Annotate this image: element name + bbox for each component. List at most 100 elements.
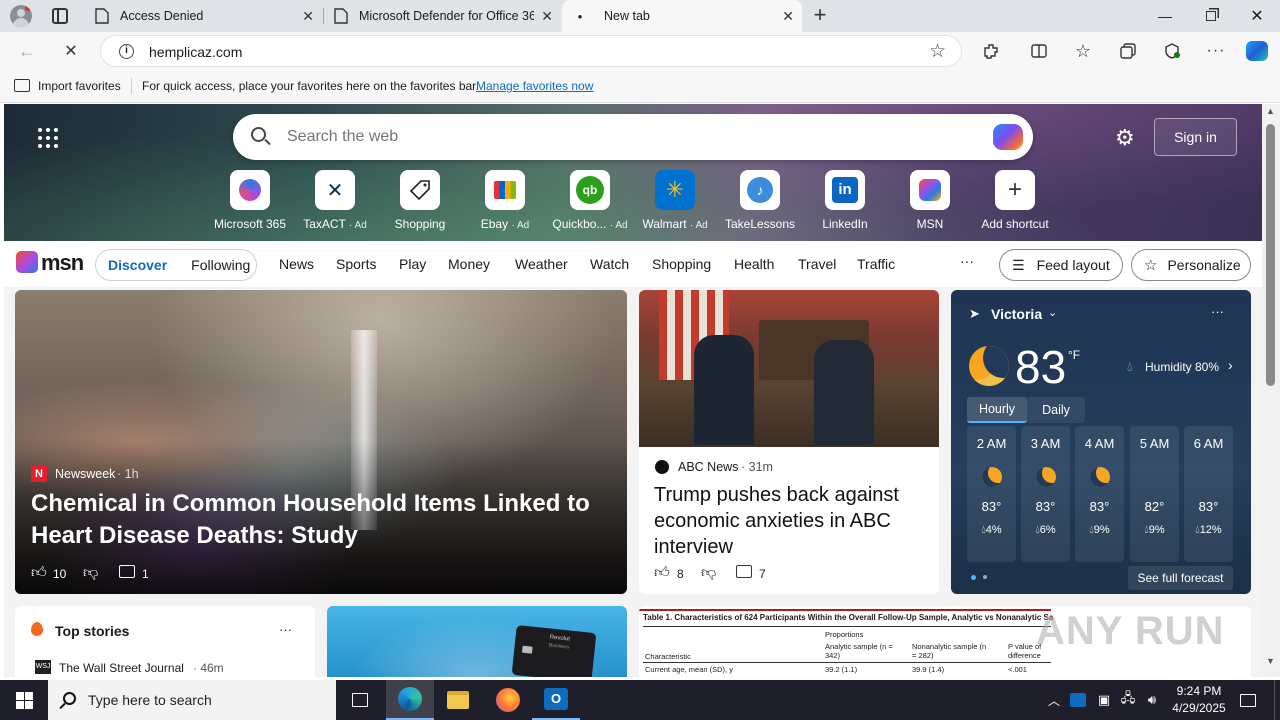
tab-following[interactable]: Following — [191, 257, 250, 273]
favorites-icon[interactable]: ☆ — [1072, 40, 1094, 62]
firefox-icon[interactable] — [484, 680, 532, 720]
manage-favorites-link[interactable]: Manage favorites now — [476, 79, 593, 93]
extensions-icon[interactable] — [980, 40, 1002, 62]
scroll-up-icon[interactable]: ▲ — [1266, 106, 1275, 116]
tab-daily[interactable]: Daily — [1027, 397, 1085, 423]
shortcut-linkedin[interactable]: in LinkedIn — [800, 170, 890, 231]
story-source[interactable]: The Wall Street Journal — [59, 661, 184, 675]
nav-travel[interactable]: Travel — [798, 256, 836, 272]
like-icon[interactable]: 👍︎ — [31, 564, 47, 582]
url-text[interactable]: hemplicaz.com — [149, 44, 242, 60]
scroll-thumb[interactable] — [1266, 124, 1275, 386]
shortcut-takelessons[interactable]: ♪ TakeLessons — [715, 170, 805, 231]
dislike-icon[interactable]: 👎︎ — [701, 564, 716, 582]
tab-hourly[interactable]: Hourly — [967, 397, 1027, 423]
tab-access-denied[interactable]: Access Denied ✕ — [84, 0, 322, 32]
shortcut-walmart[interactable]: ✳ Walmart · Ad — [630, 170, 720, 231]
copilot-search-icon[interactable] — [993, 124, 1023, 150]
weather-more-icon[interactable]: ··· — [1211, 304, 1224, 319]
msn-logo-text[interactable]: msn — [41, 250, 84, 276]
volume-icon[interactable]: 🔊︎ — [1140, 680, 1164, 720]
close-window-button[interactable]: ✕ — [1234, 0, 1280, 32]
taskbar-search-box[interactable]: Type here to search — [48, 680, 336, 720]
site-info-icon[interactable]: i — [119, 44, 134, 59]
file-explorer-icon[interactable] — [434, 680, 482, 720]
close-tab-icon[interactable]: ✕ — [782, 8, 794, 25]
weather-card[interactable]: ➤ Victoria ⌄ ··· 83 °F 💧︎ Humidity 80% ›… — [951, 290, 1251, 594]
shortcut-ebay[interactable]: Ebay · Ad — [460, 170, 550, 231]
shortcut-msn[interactable]: MSN — [885, 170, 975, 231]
start-button[interactable] — [0, 680, 48, 720]
edge-taskbar-icon[interactable] — [386, 680, 434, 720]
chevron-down-icon[interactable]: ⌄ — [1048, 306, 1057, 319]
see-full-forecast-button[interactable]: See full forecast — [1128, 566, 1233, 590]
restore-button[interactable] — [1188, 0, 1234, 32]
comment-icon[interactable] — [119, 565, 135, 578]
new-tab-button[interactable]: + — [808, 4, 832, 28]
hour-slot[interactable]: 5 AM 82° 💧︎9% — [1130, 426, 1179, 562]
task-view-icon[interactable] — [336, 680, 384, 720]
tab-actions-icon[interactable] — [52, 8, 68, 24]
network-icon[interactable]: 🖧︎ — [1116, 680, 1140, 720]
back-icon[interactable]: ← — [16, 40, 38, 62]
carousel-dots[interactable] — [971, 575, 991, 581]
tab-discover[interactable]: Discover — [108, 257, 167, 273]
story-title-line[interactable]: Trump pushes back against — [654, 482, 899, 508]
shortcut-microsoft-365[interactable]: Microsoft 365 — [205, 170, 295, 231]
tab-new-tab[interactable]: ● New tab ✕ — [562, 0, 802, 32]
dislike-icon[interactable]: 👎︎ — [83, 564, 98, 582]
sign-in-button[interactable]: Sign in — [1154, 118, 1237, 156]
favorite-star-icon[interactable]: ☆ — [929, 40, 946, 63]
clock[interactable]: 9:24 PM 4/29/2025 — [1164, 683, 1234, 717]
temp-unit[interactable]: °F — [1068, 348, 1080, 362]
shortcut-add[interactable]: + Add shortcut — [970, 170, 1060, 231]
scroll-down-icon[interactable]: ▼ — [1266, 656, 1275, 666]
feed-layout-button[interactable]: ☰ Feed layout — [999, 249, 1123, 281]
nav-more-icon[interactable]: ··· — [960, 253, 974, 269]
search-box[interactable] — [233, 114, 1033, 160]
nav-sports[interactable]: Sports — [336, 256, 376, 272]
stop-loading-icon[interactable]: ✕ — [60, 40, 82, 62]
shortcut-quickbooks[interactable]: qb Quickbo... · Ad — [545, 170, 635, 231]
second-story-card[interactable]: ABC News · 31m Trump pushes back against… — [639, 290, 939, 594]
main-story-card[interactable]: N Newsweek · 1h Chemical in Common House… — [15, 290, 627, 594]
collections-icon[interactable] — [1117, 40, 1139, 62]
settings-more-icon[interactable]: ··· — [1205, 40, 1227, 62]
shortcut-taxact[interactable]: ✕ TaxACT · Ad — [290, 170, 380, 231]
tab-defender[interactable]: Microsoft Defender for Office 365 ✕ — [323, 0, 561, 32]
import-favorites-button[interactable]: Import favorites — [38, 79, 121, 93]
import-favorites-icon[interactable] — [14, 79, 30, 92]
hour-slot[interactable]: 2 AM 83° 💧︎4% — [967, 426, 1016, 562]
search-input[interactable] — [287, 126, 967, 148]
top-stories-more-icon[interactable]: ··· — [279, 622, 292, 637]
story-title-line[interactable]: interview — [654, 534, 899, 560]
device-tray-icon[interactable]: ▣ — [1092, 680, 1116, 720]
comment-icon[interactable] — [736, 565, 752, 578]
hour-slot[interactable]: 6 AM 83° 💧︎12% — [1184, 426, 1233, 562]
browser-essentials-icon[interactable] — [1161, 40, 1183, 62]
nav-health[interactable]: Health — [734, 256, 774, 272]
story-title-line[interactable]: economic anxieties in ABC — [654, 508, 899, 534]
nav-shopping[interactable]: Shopping — [652, 256, 711, 272]
notifications-icon[interactable] — [1234, 680, 1262, 720]
shortcut-shopping[interactable]: Shopping — [375, 170, 465, 231]
hour-slot[interactable]: 3 AM 83° 💧︎6% — [1021, 426, 1070, 562]
story-title-line[interactable]: Chemical in Common Household Items Linke… — [31, 488, 590, 520]
msn-logo-icon[interactable] — [16, 251, 38, 273]
close-tab-icon[interactable]: ✕ — [541, 8, 553, 25]
nav-news[interactable]: News — [279, 256, 314, 272]
nav-watch[interactable]: Watch — [590, 256, 629, 272]
personalize-button[interactable]: ☆ Personalize — [1131, 249, 1251, 281]
nav-play[interactable]: Play — [399, 256, 426, 272]
apps-launcher-icon[interactable] — [38, 128, 58, 148]
settings-gear-icon[interactable]: ⚙ — [1115, 125, 1135, 151]
address-bar[interactable]: i hemplicaz.com ☆ — [100, 35, 962, 67]
outlook-tray-icon[interactable] — [1066, 680, 1090, 720]
chevron-right-icon[interactable]: › — [1228, 357, 1233, 373]
story-title-line[interactable]: Heart Disease Deaths: Study — [31, 520, 590, 552]
copilot-icon[interactable] — [1246, 40, 1268, 62]
outlook-icon[interactable]: O — [532, 680, 580, 720]
hour-slot[interactable]: 4 AM 83° 💧︎9% — [1075, 426, 1124, 562]
profile-icon[interactable] — [10, 5, 32, 27]
nav-weather[interactable]: Weather — [515, 256, 568, 272]
